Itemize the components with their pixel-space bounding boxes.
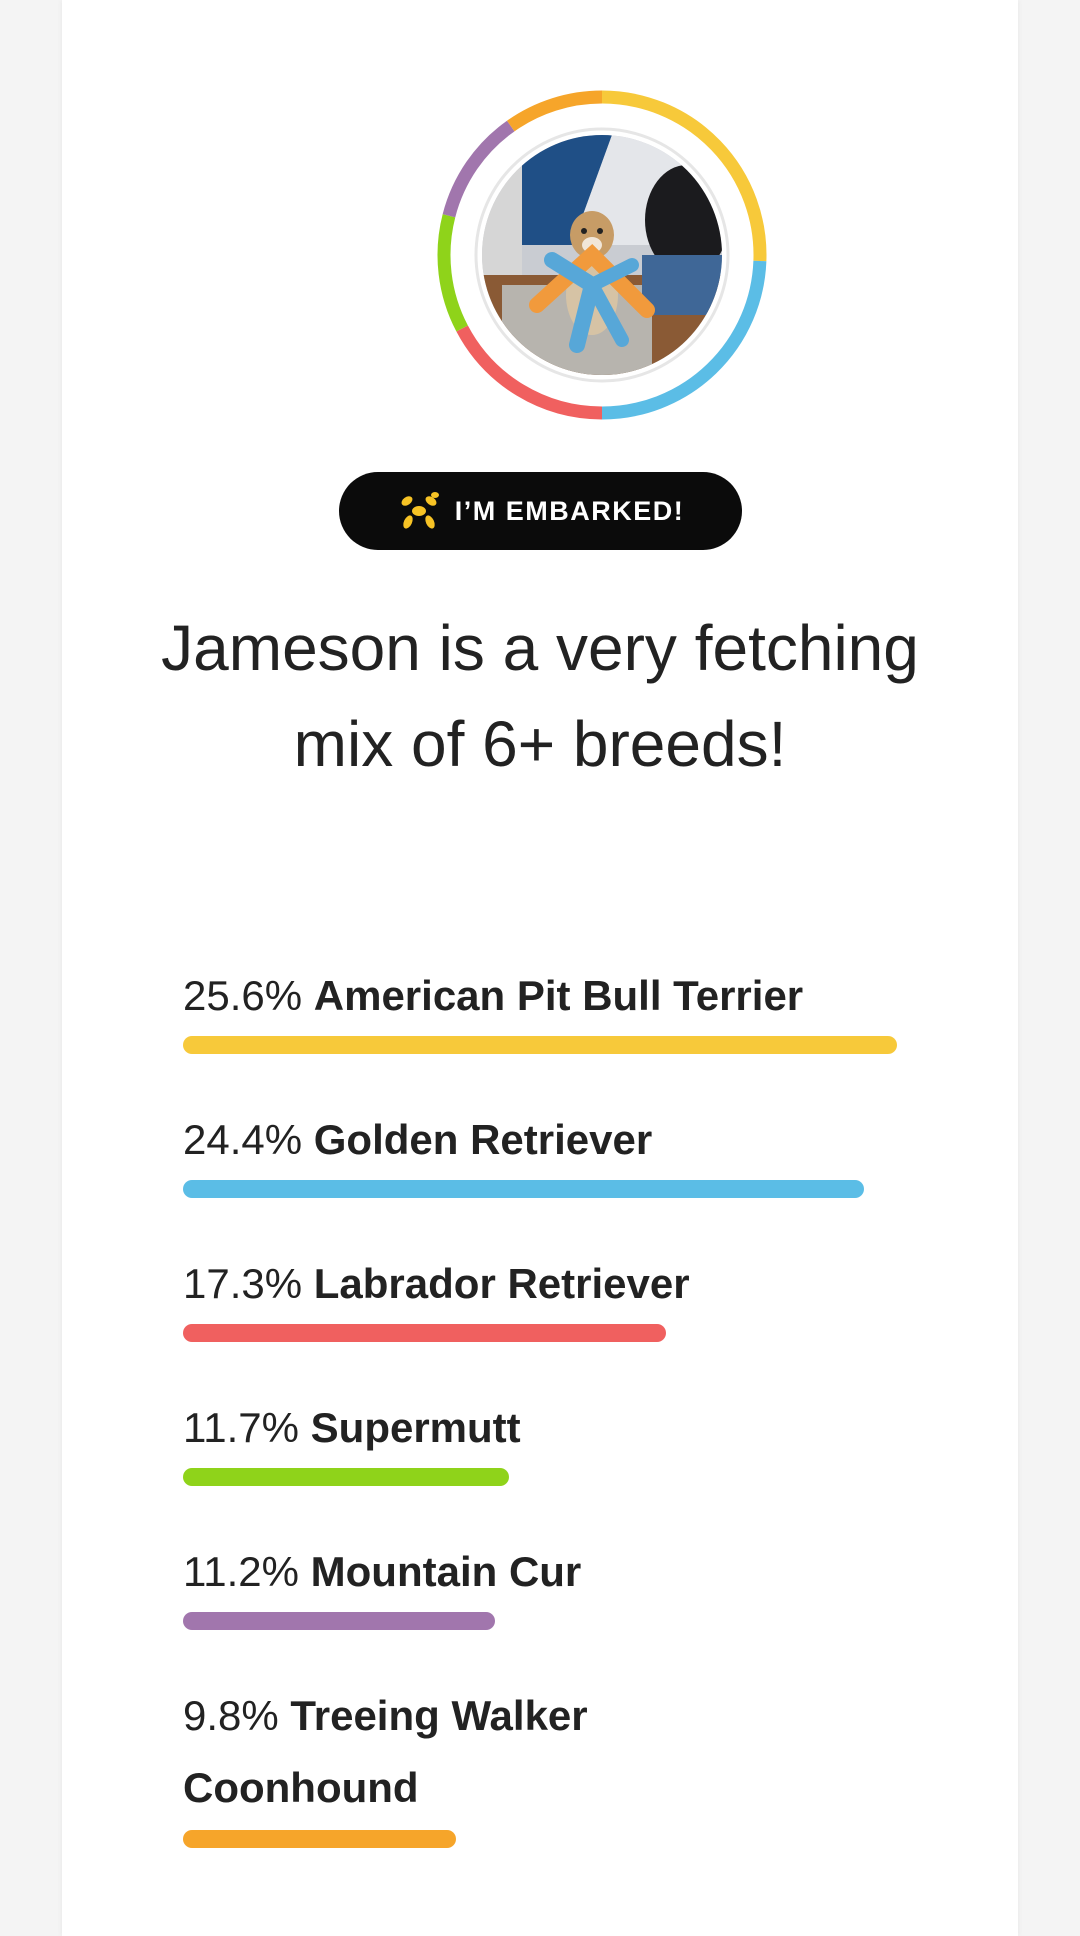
breed-bar	[183, 1324, 666, 1342]
breed-bar	[183, 1830, 456, 1848]
balloon-dog-icon	[401, 492, 439, 529]
breed-name: Labrador Retriever	[313, 1260, 690, 1307]
breed-item[interactable]: 25.6% American Pit Bull Terrier	[183, 960, 943, 1054]
breed-label: 9.8% Treeing Walker Coonhound	[183, 1680, 703, 1824]
breed-label: 17.3% Labrador Retriever	[183, 1248, 943, 1320]
embarked-badge[interactable]: I’M EMBARKED!	[339, 472, 742, 550]
breed-label: 24.4% Golden Retriever	[183, 1104, 943, 1176]
breed-name: American Pit Bull Terrier	[313, 972, 804, 1019]
ring-segment	[437, 214, 468, 332]
breed-label: 11.2% Mountain Cur	[183, 1536, 943, 1608]
breed-bar	[183, 1180, 864, 1198]
breed-name: Golden Retriever	[313, 1116, 653, 1163]
breed-percent: 9.8%	[183, 1692, 279, 1739]
ring-segment	[506, 90, 603, 132]
breed-name: Mountain Cur	[310, 1548, 582, 1595]
breed-ring-avatar	[434, 87, 770, 423]
breed-name: Supermutt	[310, 1404, 521, 1451]
breed-item[interactable]: 24.4% Golden Retriever	[183, 1104, 943, 1198]
breed-bar	[183, 1036, 897, 1054]
breed-label: 25.6% American Pit Bull Terrier	[183, 960, 943, 1032]
breed-percent: 24.4%	[183, 1116, 303, 1163]
breed-percent: 17.3%	[183, 1260, 303, 1307]
results-card: I’M EMBARKED! Jameson is a very fetching…	[62, 0, 1018, 1936]
breed-mix-headline: Jameson is a very fetching mix of 6+ bre…	[161, 612, 919, 780]
breed-item[interactable]: 11.7% Supermutt	[183, 1392, 943, 1486]
breed-percent: 11.2%	[183, 1548, 299, 1595]
breed-label: 11.7% Supermutt	[183, 1392, 943, 1464]
breed-percent: 25.6%	[183, 972, 303, 1019]
breed-item[interactable]: 11.2% Mountain Cur	[183, 1536, 943, 1630]
breed-item[interactable]: 17.3% Labrador Retriever	[183, 1248, 943, 1342]
dog-photo[interactable]	[482, 135, 722, 375]
breed-bar	[183, 1468, 509, 1486]
breed-bar	[183, 1612, 495, 1630]
embarked-badge-label: I’M EMBARKED!	[454, 495, 685, 526]
dog-photo-image	[482, 135, 722, 375]
breed-percent: 11.7%	[183, 1404, 299, 1451]
breed-item[interactable]: 9.8% Treeing Walker Coonhound	[183, 1680, 943, 1848]
